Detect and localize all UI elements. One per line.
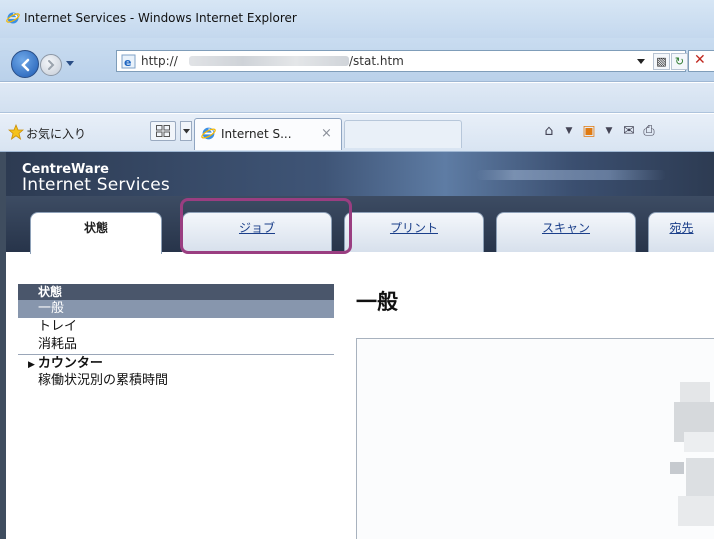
mail-icon[interactable]: ✉ — [620, 122, 638, 140]
status-panel — [356, 338, 714, 539]
forward-arrow-icon — [48, 60, 55, 70]
command-bar — [0, 83, 714, 113]
stop-icon: ✕ — [694, 52, 706, 68]
tab-list-dropdown[interactable] — [180, 121, 192, 141]
quick-tabs-button[interactable] — [150, 121, 176, 141]
page-content: CentreWare Internet Services 状態 ジョブ プリント… — [0, 152, 714, 539]
sidebar-item-counters[interactable]: ▶ カウンター — [18, 354, 334, 372]
tab-print[interactable]: プリント — [344, 212, 484, 252]
tab-scan[interactable]: スキャン — [496, 212, 636, 252]
chevron-down-icon[interactable]: ▼ — [560, 122, 578, 140]
address-redacted-host — [189, 56, 349, 66]
sidebar-item-cumulative-time[interactable]: 稼働状況別の累積時間 — [18, 372, 334, 390]
chevron-down-icon[interactable]: ▼ — [600, 122, 618, 140]
window-title: Internet Services - Windows Internet Exp… — [24, 11, 297, 25]
browser-tab-label: Internet S... — [221, 127, 292, 141]
feeds-icon[interactable]: ▣ — [580, 122, 598, 140]
browser-tab-active[interactable]: Internet S... × — [194, 118, 342, 150]
forward-button[interactable] — [40, 54, 62, 76]
print-icon[interactable]: ⎙ — [640, 122, 658, 140]
history-dropdown-icon[interactable] — [65, 60, 75, 68]
stop-button[interactable]: ✕ — [688, 50, 714, 72]
svg-text:e: e — [124, 56, 131, 69]
favorites-label[interactable]: お気に入り — [26, 125, 86, 142]
device-name-redacted — [476, 170, 666, 180]
tab-label: スキャン — [541, 221, 590, 235]
tab-jobs[interactable]: ジョブ — [182, 212, 332, 252]
sidebar-item-consumables[interactable]: 消耗品 — [18, 336, 334, 354]
tab-label: プリント — [389, 221, 438, 235]
sidebar-item-general[interactable]: 一般 — [18, 300, 334, 318]
address-field[interactable]: e http:// /stat.htm ▧ ↻ — [116, 50, 688, 72]
favorites-star-icon[interactable] — [8, 124, 24, 140]
home-icon[interactable]: ⌂ — [540, 122, 558, 140]
brand-line2: Internet Services — [22, 175, 170, 195]
sidebar-heading: 状態 — [18, 284, 334, 300]
tab-label: 状態 — [83, 221, 108, 235]
expand-triangle-icon: ▶ — [28, 360, 35, 370]
tab-label: 宛先 — [669, 221, 694, 235]
compatibility-icon[interactable]: ▧ — [653, 53, 670, 70]
address-url-suffix: /stat.htm — [349, 54, 404, 68]
tab-address-book[interactable]: 宛先 — [648, 212, 714, 252]
close-tab-icon[interactable]: × — [321, 126, 332, 141]
ie-icon — [201, 127, 216, 140]
new-tab-button[interactable] — [344, 120, 462, 148]
tab-status[interactable]: 状態 — [30, 212, 162, 254]
address-url-prefix: http:// — [141, 54, 178, 68]
sidebar: 状態 一般 トレイ 消耗品 ▶ カウンター 稼働状況別の累積時間 — [18, 284, 334, 390]
address-dropdown-icon[interactable] — [637, 59, 645, 65]
sidebar-item-trays[interactable]: トレイ — [18, 318, 334, 336]
ie-icon — [6, 12, 20, 24]
tab-label: ジョブ — [238, 221, 275, 235]
page-title: 一般 — [356, 290, 398, 314]
centreware-header: CentreWare Internet Services — [6, 152, 714, 196]
refresh-icon[interactable]: ↻ — [671, 53, 688, 70]
back-button[interactable] — [11, 50, 39, 78]
quick-tabs-icon — [156, 125, 170, 137]
printer-image — [670, 382, 714, 526]
back-arrow-icon — [21, 58, 30, 72]
page-icon: e — [121, 54, 136, 69]
nav-tab-bar: 状態 ジョブ プリント スキャン 宛先 — [6, 196, 714, 254]
sidebar-item-label: カウンター — [37, 356, 103, 371]
chevron-down-icon — [183, 129, 190, 134]
window-title-bar: Internet Services - Windows Internet Exp… — [0, 0, 714, 38]
